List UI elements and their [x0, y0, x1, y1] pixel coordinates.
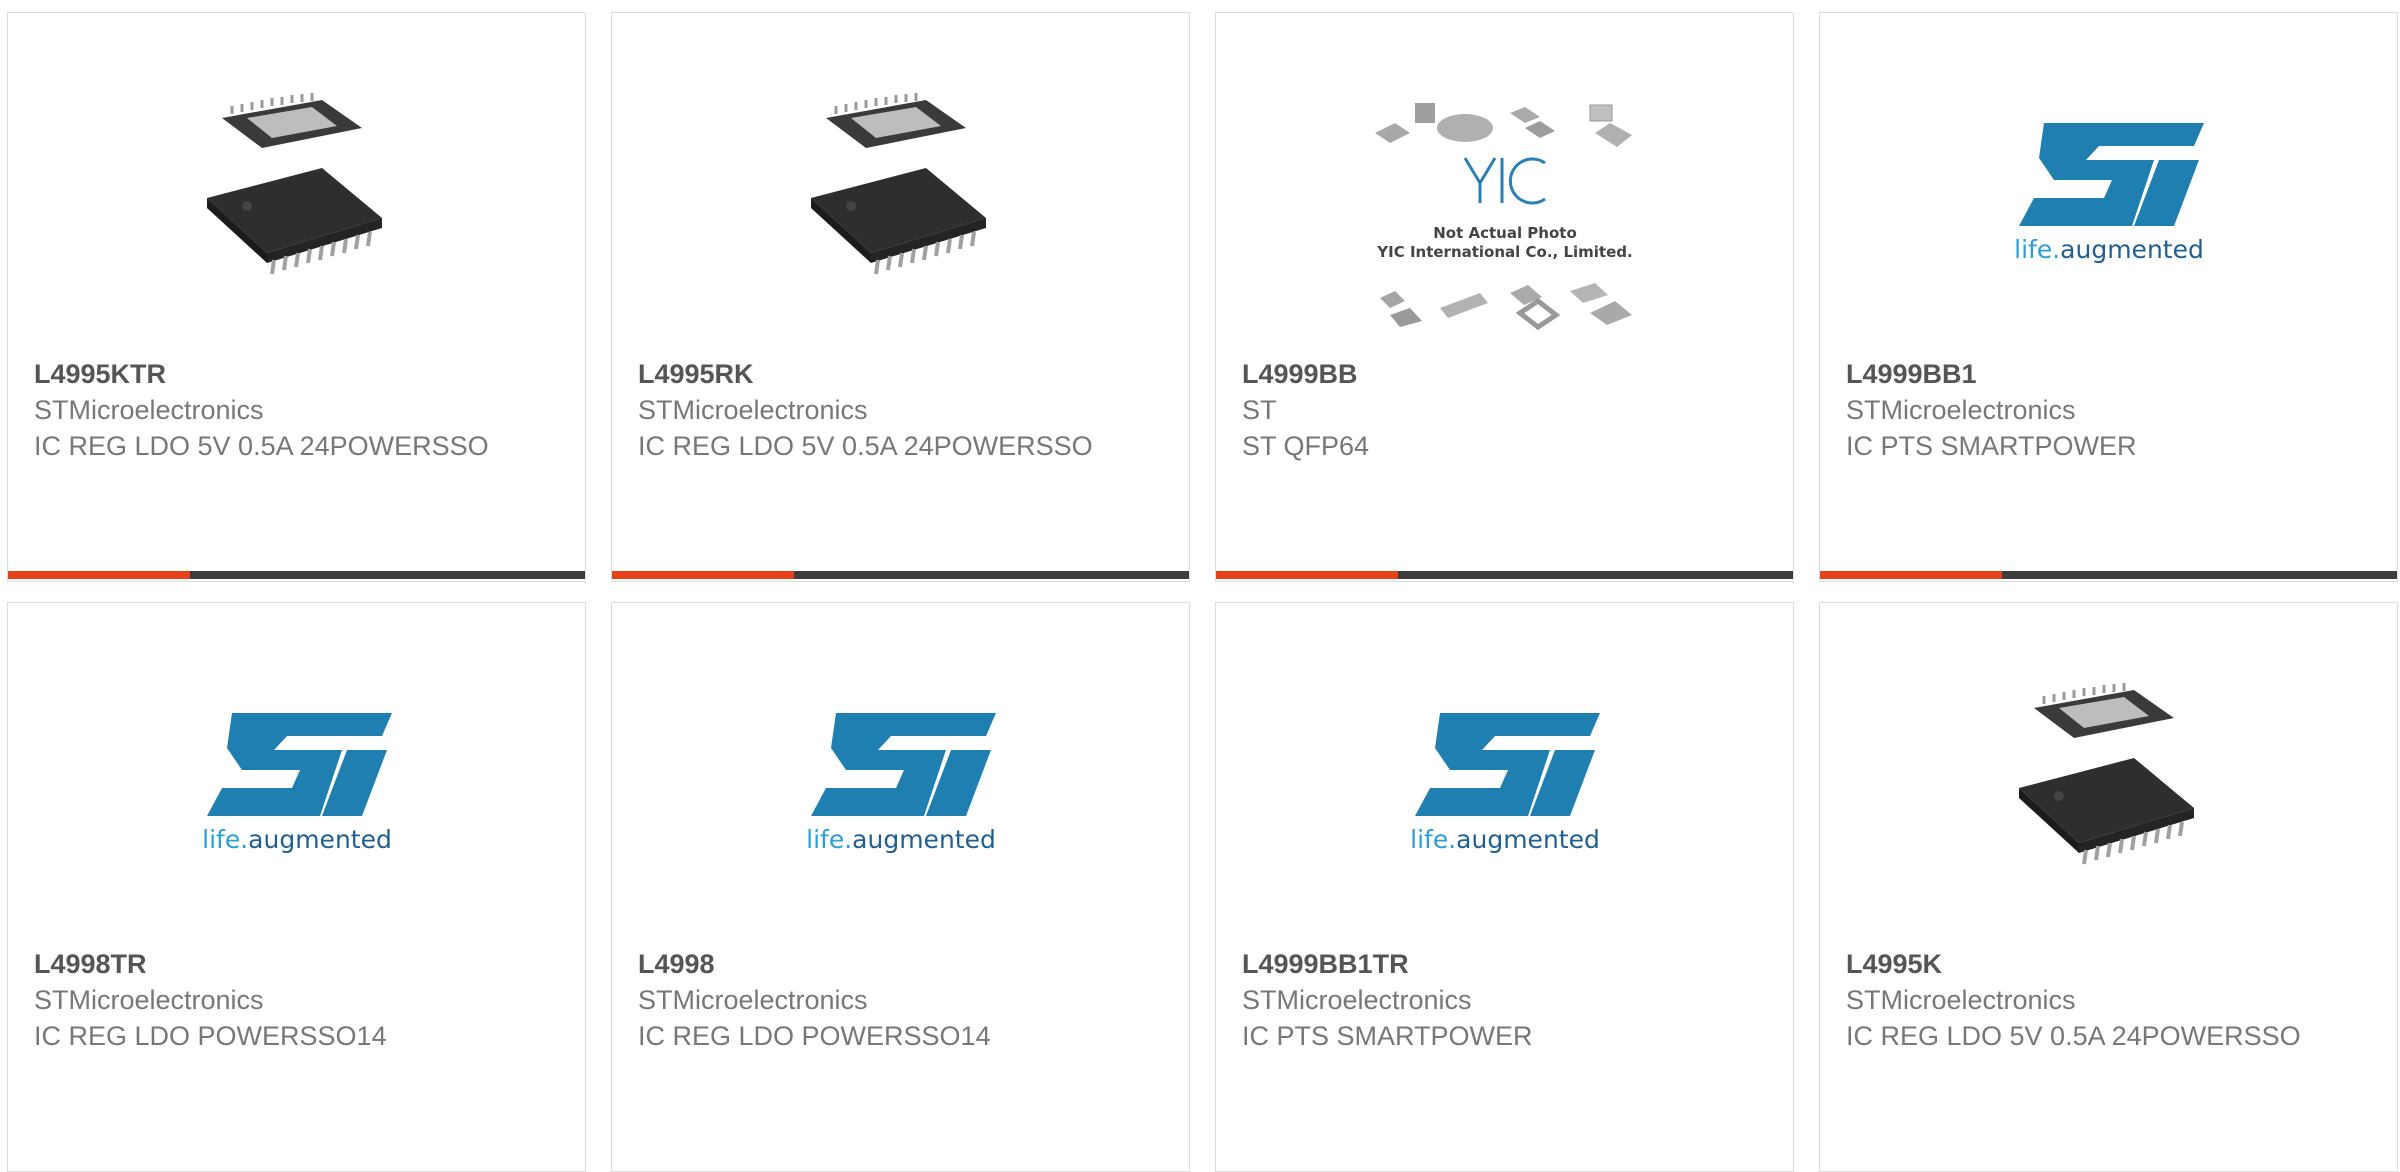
st-logo-icon: life.augmented — [2004, 83, 2214, 293]
product-card[interactable]: life.augmented L4999BB1TR STMicroelectro… — [1215, 602, 1794, 1172]
product-info: L4998TR STMicroelectronics IC REG LDO PO… — [34, 946, 565, 1054]
part-number[interactable]: L4995KTR — [34, 356, 565, 392]
st-tagline-suffix: augmented — [248, 825, 392, 854]
product-card[interactable]: Not Actual Photo YIC International Co., … — [1215, 12, 1794, 582]
svg-text:life.augmented: life.augmented — [1410, 825, 1600, 854]
part-number[interactable]: L4999BB — [1242, 356, 1773, 392]
chip-package-icon — [192, 83, 402, 293]
card-accent-bar — [612, 571, 795, 579]
part-number[interactable]: L4995K — [1846, 946, 2377, 982]
st-logo-icon: life.augmented — [796, 673, 1006, 883]
st-tagline-prefix: life. — [202, 825, 248, 854]
product-info: L4995RK STMicroelectronics IC REG LDO 5V… — [638, 356, 1169, 464]
part-number[interactable]: L4999BB1 — [1846, 356, 2377, 392]
description: IC REG LDO 5V 0.5A 24POWERSSO — [1846, 1021, 2301, 1051]
product-card[interactable]: L4995K STMicroelectronics IC REG LDO 5V … — [1819, 602, 2398, 1172]
image-caption-line2: YIC International Co., Limited. — [1376, 243, 1632, 261]
card-bottom-bar — [8, 571, 585, 579]
st-tagline-suffix: augmented — [1456, 825, 1600, 854]
part-number[interactable]: L4998TR — [34, 946, 565, 982]
part-number[interactable]: L4995RK — [638, 356, 1169, 392]
image-caption-line1: Not Actual Photo — [1433, 224, 1577, 242]
st-logo-icon: life.augmented — [1400, 673, 1610, 883]
card-accent-bar — [1216, 571, 1399, 579]
st-tagline-prefix: life. — [1410, 825, 1456, 854]
manufacturer: STMicroelectronics — [638, 395, 868, 425]
manufacturer: STMicroelectronics — [1846, 985, 2076, 1015]
chip-package-icon — [796, 83, 1006, 293]
card-bottom-bar — [1216, 571, 1793, 579]
product-card[interactable]: life.augmented L4998TR STMicroelectronic… — [7, 602, 586, 1172]
product-info: L4999BB1 STMicroelectronics IC PTS SMART… — [1846, 356, 2377, 464]
product-card[interactable]: L4995KTR STMicroelectronics IC REG LDO 5… — [7, 12, 586, 582]
svg-text:life.augmented: life.augmented — [202, 825, 392, 854]
st-tagline-suffix: augmented — [852, 825, 996, 854]
st-tagline-suffix: augmented — [2060, 235, 2204, 264]
product-info: L4995KTR STMicroelectronics IC REG LDO 5… — [34, 356, 565, 464]
description: IC REG LDO POWERSSO14 — [638, 1021, 991, 1051]
card-bottom-bar — [612, 571, 1189, 579]
manufacturer: ST — [1242, 395, 1277, 425]
chip-package-icon — [2004, 673, 2214, 883]
product-info: L4999BB ST ST QFP64 — [1242, 356, 1773, 464]
description: ST QFP64 — [1242, 431, 1370, 461]
description: IC PTS SMARTPOWER — [1242, 1021, 1533, 1051]
st-tagline-prefix: life. — [806, 825, 852, 854]
svg-text:life.augmented: life.augmented — [2014, 235, 2204, 264]
st-logo-icon: life.augmented — [192, 673, 402, 883]
product-info: L4998 STMicroelectronics IC REG LDO POWE… — [638, 946, 1169, 1054]
description: IC REG LDO 5V 0.5A 24POWERSSO — [638, 431, 1093, 461]
manufacturer: STMicroelectronics — [34, 395, 264, 425]
card-accent-bar — [8, 571, 191, 579]
description: IC PTS SMARTPOWER — [1846, 431, 2137, 461]
description: IC REG LDO POWERSSO14 — [34, 1021, 387, 1051]
product-info: L4995K STMicroelectronics IC REG LDO 5V … — [1846, 946, 2377, 1054]
manufacturer: STMicroelectronics — [1242, 985, 1472, 1015]
part-number[interactable]: L4998 — [638, 946, 1169, 982]
manufacturer: STMicroelectronics — [34, 985, 264, 1015]
product-card[interactable]: life.augmented L4999BB1 STMicroelectroni… — [1819, 12, 2398, 582]
svg-text:life.augmented: life.augmented — [806, 825, 996, 854]
manufacturer: STMicroelectronics — [1846, 395, 2076, 425]
yic-not-actual-photo-icon: Not Actual Photo YIC International Co., … — [1370, 103, 1640, 343]
st-tagline-prefix: life. — [2014, 235, 2060, 264]
description: IC REG LDO 5V 0.5A 24POWERSSO — [34, 431, 489, 461]
product-card[interactable]: life.augmented L4998 STMicroelectronics … — [611, 602, 1190, 1172]
product-info: L4999BB1TR STMicroelectronics IC PTS SMA… — [1242, 946, 1773, 1054]
manufacturer: STMicroelectronics — [638, 985, 868, 1015]
product-card[interactable]: L4995RK STMicroelectronics IC REG LDO 5V… — [611, 12, 1190, 582]
part-number[interactable]: L4999BB1TR — [1242, 946, 1773, 982]
card-bottom-bar — [1820, 571, 2397, 579]
card-accent-bar — [1820, 571, 2003, 579]
